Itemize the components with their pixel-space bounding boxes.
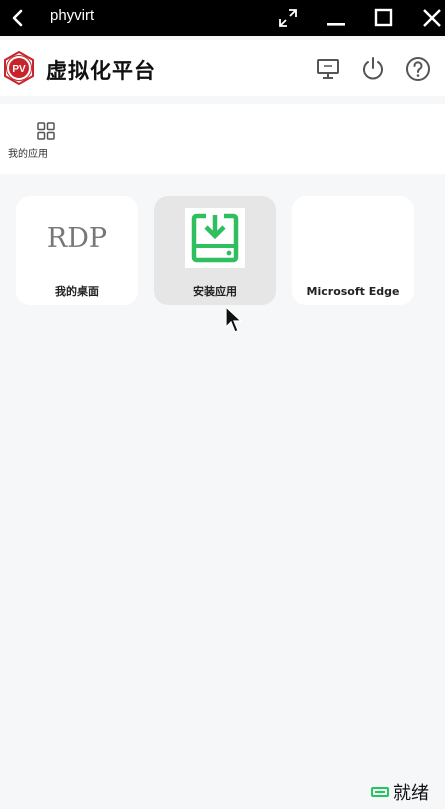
- power-icon[interactable]: [360, 56, 386, 82]
- help-icon[interactable]: [405, 56, 431, 82]
- maximize-icon[interactable]: [373, 7, 395, 29]
- app-card-my-desktop[interactable]: RDP 我的桌面: [16, 196, 138, 305]
- monitor-icon[interactable]: [315, 56, 341, 82]
- mouse-cursor-icon: [225, 306, 243, 333]
- logo-text: PV: [12, 64, 26, 75]
- app-header: PV 虚拟化平台: [0, 40, 445, 96]
- app-card-label: 我的桌面: [55, 285, 99, 298]
- install-download-icon: [185, 208, 245, 268]
- rdp-logo: RDP: [46, 223, 108, 254]
- app-card-install-app[interactable]: 安装应用: [154, 196, 276, 305]
- grid-icon: [37, 122, 55, 140]
- chevron-left-icon[interactable]: [8, 8, 28, 28]
- app-card-label: Microsoft Edge: [306, 285, 400, 298]
- status-text: 就绪: [393, 783, 429, 804]
- app-card-label: 安装应用: [193, 285, 237, 298]
- minimize-icon[interactable]: [325, 7, 347, 29]
- tab-my-apps-label: 我的应用: [8, 149, 48, 160]
- status-indicator: 就绪: [371, 779, 429, 805]
- expand-icon[interactable]: [277, 7, 299, 29]
- tab-my-apps[interactable]: 我的应用: [8, 120, 86, 168]
- app-nav-bar: 我的应用: [0, 104, 445, 174]
- window-titlebar: phyvirt: [0, 0, 445, 36]
- status-led-icon: [371, 787, 389, 797]
- app-title: 虚拟化平台: [46, 59, 156, 83]
- app-logo: PV: [4, 51, 34, 85]
- close-icon[interactable]: [421, 7, 443, 29]
- window-title: phyvirt: [50, 7, 95, 24]
- app-card-microsoft-edge[interactable]: Microsoft Edge: [292, 196, 414, 305]
